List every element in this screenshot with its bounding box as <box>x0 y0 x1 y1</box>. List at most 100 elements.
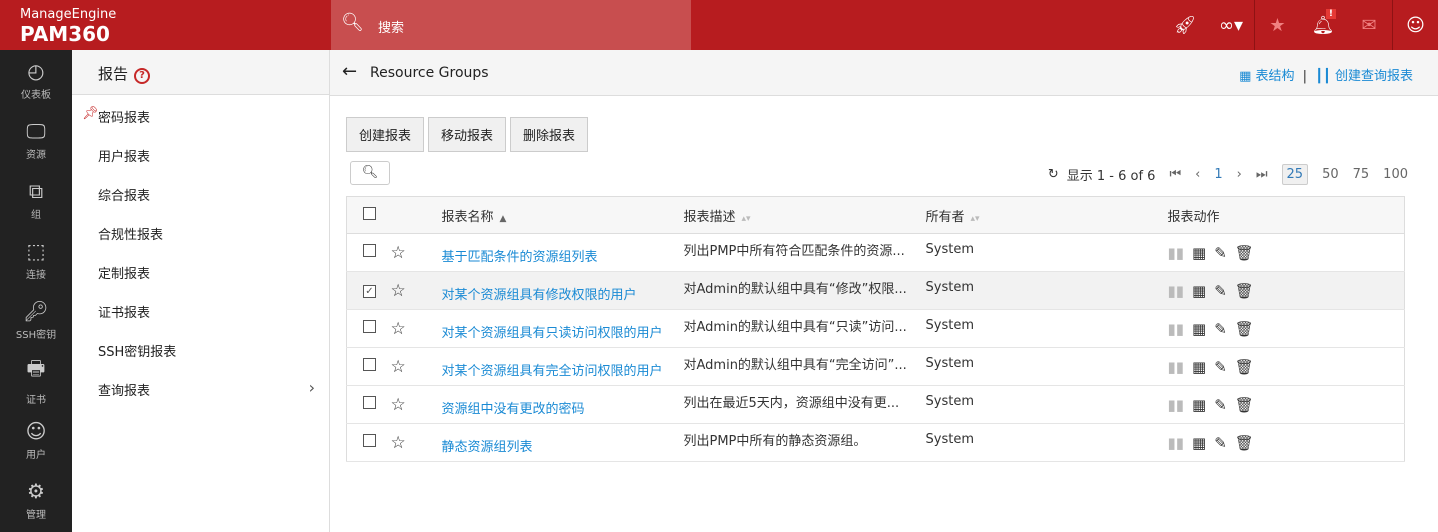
schedule-icon[interactable]: ▦ <box>1192 358 1206 376</box>
edit-icon[interactable]: ✎ <box>1214 358 1227 376</box>
bell-icon[interactable]: 🔔︎! <box>1300 0 1346 50</box>
sidebar-item-general[interactable]: 综合报表 <box>72 173 329 212</box>
search-placeholder: 搜索 <box>378 21 405 36</box>
col-owner[interactable]: 所有者 ▴▾ <box>925 196 1168 234</box>
rail-label: 仪表板 <box>21 90 51 101</box>
sidebar-item-certificate[interactable]: 证书报表 <box>72 290 329 329</box>
page-size-75[interactable]: 75 <box>1353 167 1370 182</box>
rail-admin[interactable]: ⚙ 管理 <box>0 470 72 530</box>
delete-icon[interactable]: 🗑︎ <box>1235 358 1254 376</box>
edit-icon[interactable]: ✎ <box>1214 282 1227 300</box>
edit-icon[interactable]: ✎ <box>1214 320 1227 338</box>
table-schema-icon[interactable]: ▦ <box>1239 69 1251 84</box>
rail-dashboard[interactable]: ◴ 仪表板 <box>0 50 72 110</box>
rail-users[interactable]: ☺ 用户 <box>0 410 72 470</box>
report-description: 列出PMP中所有符合匹配条件的资源... <box>683 244 905 259</box>
edit-icon[interactable]: ✎ <box>1214 434 1227 452</box>
rail-ssh[interactable]: 🔑︎ SSH密钥 <box>0 290 72 350</box>
schedule-icon[interactable]: ▦ <box>1192 282 1206 300</box>
user-menu-icon[interactable]: ☺ <box>1392 0 1438 50</box>
delete-icon[interactable]: 🗑︎ <box>1235 244 1254 262</box>
schedule-icon[interactable]: ▦ <box>1192 244 1206 262</box>
chart-icon[interactable]: ▮▮ <box>1168 358 1185 376</box>
mail-icon[interactable]: ✉ <box>1346 0 1392 50</box>
refresh-icon[interactable]: ↻ <box>1048 167 1059 182</box>
rocket-icon[interactable]: 🚀︎ <box>1162 0 1208 50</box>
table-row: ✓ ☆ 对某个资源组具有修改权限的用户 对Admin的默认组中具有“修改”权限.… <box>346 271 1405 310</box>
alert-badge: ! <box>1325 9 1336 19</box>
rail-resources[interactable]: 🖵︎ 资源 <box>0 110 72 170</box>
table-search-button[interactable]: 🔍︎ <box>350 161 390 185</box>
row-checkbox[interactable] <box>363 244 376 257</box>
page-size-100[interactable]: 100 <box>1383 167 1408 182</box>
user-star-icon[interactable]: ★ <box>1254 0 1300 50</box>
schema-link[interactable]: 表结构 <box>1256 69 1295 84</box>
chart-icon[interactable]: ▮▮ <box>1168 282 1185 300</box>
next-page-icon[interactable]: › <box>1237 167 1242 182</box>
chart-icon[interactable]: ▮▮ <box>1168 396 1185 414</box>
first-page-icon[interactable]: ⏮︎ <box>1169 167 1181 182</box>
group-icon: ⧉ <box>28 179 44 203</box>
schedule-icon[interactable]: ▦ <box>1192 396 1206 414</box>
row-checkbox[interactable] <box>363 358 376 371</box>
delete-icon[interactable]: 🗑︎ <box>1235 282 1254 300</box>
sidebar-item-query[interactable]: 查询报表 › <box>72 368 329 407</box>
report-name-link[interactable]: 资源组中没有更改的密码 <box>442 402 585 417</box>
search-input[interactable]: 🔍︎ 搜索 <box>331 0 691 50</box>
current-page[interactable]: 1 <box>1214 167 1222 182</box>
rail-connections[interactable]: ⬚ 连接 <box>0 230 72 290</box>
chart-icon[interactable]: ▮▮ <box>1168 244 1185 262</box>
sidebar-item-user[interactable]: 用户报表 <box>72 134 329 173</box>
schedule-icon[interactable]: ▦ <box>1192 434 1206 452</box>
col-desc[interactable]: 报表描述 ▴▾ <box>683 196 926 234</box>
row-checkbox[interactable] <box>363 434 376 447</box>
page-size-50[interactable]: 50 <box>1322 167 1339 182</box>
sidebar-item-ssh[interactable]: SSH密钥报表 <box>72 329 329 368</box>
help-icon[interactable]: ? <box>134 68 151 84</box>
report-name-link[interactable]: 对某个资源组具有修改权限的用户 <box>442 288 637 303</box>
last-page-icon[interactable]: ⏭︎ <box>1256 167 1268 182</box>
delete-icon[interactable]: 🗑︎ <box>1235 320 1254 338</box>
report-name-link[interactable]: 对某个资源组具有完全访问权限的用户 <box>442 364 663 379</box>
star-icon[interactable]: ☆ <box>391 395 406 415</box>
prev-page-icon[interactable]: ‹ <box>1195 167 1200 182</box>
chart-icon[interactable]: ▮▮ <box>1168 320 1185 338</box>
report-name-link[interactable]: 对某个资源组具有只读访问权限的用户 <box>442 326 663 341</box>
chevron-right-icon: › <box>308 378 315 397</box>
report-name-link[interactable]: 静态资源组列表 <box>442 440 533 455</box>
report-name-link[interactable]: 基于匹配条件的资源组列表 <box>442 250 598 265</box>
back-arrow-icon[interactable]: ← <box>342 61 357 82</box>
star-icon[interactable]: ☆ <box>391 319 406 339</box>
create-report-button[interactable]: 创建报表 <box>346 117 425 152</box>
row-checkbox[interactable] <box>363 320 376 333</box>
star-icon[interactable]: ☆ <box>391 433 406 453</box>
rail-groups[interactable]: ⧉ 组 <box>0 170 72 230</box>
create-query-link[interactable]: 创建查询报表 <box>1335 69 1413 84</box>
star-icon[interactable]: ☆ <box>391 357 406 377</box>
chart-add-icon[interactable]: ┃┃ <box>1315 69 1331 84</box>
row-checkbox[interactable] <box>363 396 376 409</box>
star-icon[interactable]: ☆ <box>391 281 406 301</box>
delete-icon[interactable]: 🗑︎ <box>1235 434 1254 452</box>
col-name[interactable]: 报表名称 ▲ <box>441 196 684 234</box>
main-content: ← Resource Groups ▦ 表结构 | ┃┃ 创建查询报表 创建报表… <box>330 50 1438 532</box>
edit-icon[interactable]: ✎ <box>1214 244 1227 262</box>
schedule-icon[interactable]: ▦ <box>1192 320 1206 338</box>
delete-report-button[interactable]: 删除报表 <box>510 117 589 152</box>
chart-icon[interactable]: ▮▮ <box>1168 434 1185 452</box>
edit-icon[interactable]: ✎ <box>1214 396 1227 414</box>
star-icon[interactable]: ☆ <box>391 243 406 263</box>
sidebar-item-label: 查询报表 <box>98 384 151 399</box>
row-checkbox[interactable]: ✓ <box>363 285 376 298</box>
rail-certificates[interactable]: 🖶︎ 证书 <box>0 350 72 410</box>
link-dropdown-icon[interactable]: ∞▾ <box>1208 0 1254 50</box>
search-icon[interactable]: 🔍︎ <box>341 12 364 33</box>
page-size-25[interactable]: 25 <box>1281 164 1309 185</box>
delete-icon[interactable]: 🗑︎ <box>1235 396 1254 414</box>
sidebar-item-custom[interactable]: 定制报表 <box>72 251 329 290</box>
sidebar-item-compliance[interactable]: 合规性报表 <box>72 212 329 251</box>
report-description: 对Admin的默认组中具有“只读”访问... <box>683 320 907 335</box>
select-all-checkbox[interactable] <box>363 206 376 220</box>
sidebar-item-password[interactable]: 📌︎ 密码报表 <box>72 95 329 134</box>
move-report-button[interactable]: 移动报表 <box>428 117 507 152</box>
